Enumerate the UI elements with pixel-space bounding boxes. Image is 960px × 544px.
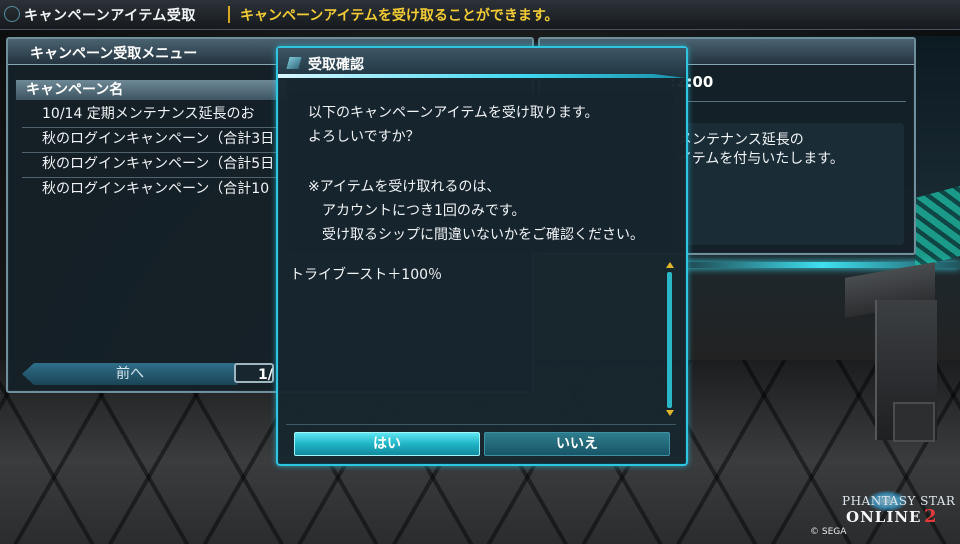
campaign-row[interactable]: 10/14 定期メンテナンス延長のお xyxy=(42,103,276,126)
background-box xyxy=(893,402,935,442)
campaign-description: メンテナンス延長の イテムを付与いたします。 xyxy=(678,132,844,167)
detail-divider xyxy=(670,101,906,102)
campaign-name-column-header: キャンペーン名 xyxy=(16,80,286,100)
logo-number: 2 xyxy=(924,506,937,527)
prev-page-button[interactable]: 前へ xyxy=(22,363,238,385)
campaign-row[interactable]: 秋のログインキャンペーン（合計3日 xyxy=(42,128,276,151)
dialog-title: 受取確認 xyxy=(308,57,364,73)
title-separator xyxy=(228,6,230,23)
copyright: © SEGA xyxy=(810,527,847,537)
confirm-message-line: よろしいですか？ xyxy=(308,129,420,145)
notice-line: 受け取るシップに間違いないかをご確認ください。 xyxy=(308,227,644,243)
no-button[interactable]: いいえ xyxy=(484,432,670,456)
page-indicator: 1/ xyxy=(234,363,274,383)
confirm-message-box: 以下のキャンペーンアイテムを受け取ります。 よろしいですか？ ※アイテムを受け取… xyxy=(288,92,674,252)
yes-button[interactable]: はい xyxy=(294,432,480,456)
status-message: キャンペーンアイテムを受け取ることができます。 xyxy=(240,8,559,24)
dialog-header-accent xyxy=(278,74,686,78)
item-list-scrollbar[interactable] xyxy=(666,262,674,418)
screen-title: キャンペーンアイテム受取 xyxy=(24,8,196,24)
item-entry: トライブースト＋100％ xyxy=(290,267,443,283)
top-bar: キャンペーンアイテム受取 キャンペーンアイテムを受け取ることができます。 xyxy=(0,0,960,30)
dialog-header: 受取確認 xyxy=(278,48,686,78)
receive-confirm-dialog: 受取確認 以下のキャンペーンアイテムを受け取ります。 よろしいですか？ ※アイテ… xyxy=(276,46,688,466)
notice-line: アカウントにつき1回のみです。 xyxy=(308,203,526,219)
notice-line: ※アイテムを受け取れるのは、 xyxy=(308,179,501,195)
dialog-divider xyxy=(286,424,676,425)
scroll-thumb[interactable] xyxy=(667,272,672,408)
logo-line1: PHANTASY STAR xyxy=(842,494,956,508)
game-logo: PHANTASY STAR ONLINE 2 xyxy=(836,488,956,540)
confirm-message-line: 以下のキャンペーンアイテムを受け取ります。 xyxy=(308,105,599,121)
campaign-row[interactable]: 秋のログインキャンペーン（合計5日 xyxy=(42,153,276,176)
menu-panel-title: キャンペーン受取メニュー xyxy=(30,46,198,62)
scroll-up-arrow-icon[interactable] xyxy=(666,262,674,268)
scroll-down-arrow-icon[interactable] xyxy=(666,410,674,416)
emblem-icon xyxy=(4,6,20,22)
item-list: トライブースト＋100％ xyxy=(286,258,676,426)
dialog-title-icon xyxy=(286,57,302,69)
logo-line2: ONLINE xyxy=(846,508,922,526)
campaign-row[interactable]: 秋のログインキャンペーン（合計10 xyxy=(42,178,276,201)
